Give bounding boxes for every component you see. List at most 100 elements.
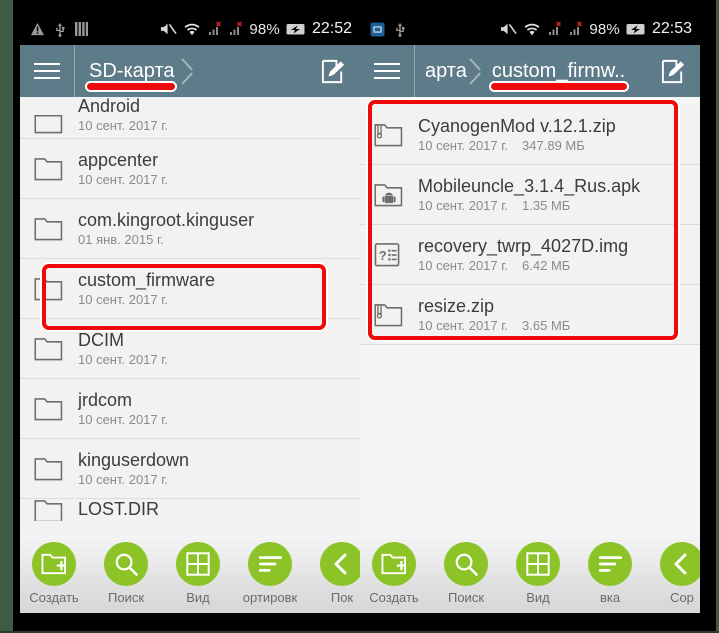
hamburger-menu-icon[interactable] <box>20 45 74 97</box>
toolbar-item-back-arrow[interactable]: Пок <box>306 542 360 605</box>
left-edge-band <box>0 0 13 633</box>
signal-2-no-service-icon <box>570 21 583 35</box>
list-item-name: kinguserdown <box>78 449 190 470</box>
toolbar-item-label: Создать <box>369 590 419 605</box>
list-item-date: 10 сент. 2017 г. <box>418 197 509 213</box>
list-item-meta: 10 сент. 2017 г. 6.42 МБ <box>418 257 628 274</box>
status-bar-right-icons-left-phone: 98% 22:52 <box>160 21 352 37</box>
toolbar-item-label: вка <box>599 590 621 605</box>
toolbar-item-sort[interactable]: ортировк <box>234 542 306 605</box>
list-item-meta: 10 сент. 2017 г. <box>78 291 215 308</box>
list-item[interactable]: DCIM 10 сент. 2017 г. <box>20 319 360 379</box>
list-item-size: 6.42 МБ <box>522 257 571 273</box>
folder-icon <box>34 499 78 521</box>
list-item[interactable]: CyanogenMod v.12.1.zip 10 сент. 2017 г. 34… <box>360 105 700 165</box>
list-item[interactable]: ? recovery_twrp_4027D.img 10 сент. 2017 г.… <box>360 225 700 285</box>
breadcrumb: SD-карта <box>75 45 306 97</box>
search-icon <box>444 542 488 586</box>
zip-archive-icon <box>374 303 418 327</box>
breadcrumb-highlight-underline <box>87 83 175 90</box>
edit-note-icon[interactable] <box>306 45 360 97</box>
list-item-name: resize.zip <box>418 295 495 316</box>
grid-view-icon <box>176 542 220 586</box>
svg-text:?: ? <box>379 248 387 262</box>
list-item-date: 01 янв. 2015 г. <box>78 231 164 247</box>
list-item-meta: 10 сент. 2017 г. <box>78 171 168 188</box>
toolbar-item-search[interactable]: Поиск <box>90 542 162 605</box>
list-item[interactable]: com.kingroot.kinguser 01 янв. 2015 г. <box>20 199 360 259</box>
list-item-meta: 10 сент. 2017 г. 347.89 МБ <box>418 137 616 154</box>
file-list-rows-left: appcenter 10 сент. 2017 г. com.kingroot.ki… <box>20 139 360 499</box>
toolbar-item-grid-view[interactable]: Вид <box>502 542 574 605</box>
toolbar-item-label: Сор <box>670 590 694 605</box>
warning-triangle-icon <box>30 22 45 35</box>
breadcrumb-item-label: арта <box>425 59 467 82</box>
list-item[interactable]: Mobileuncle_3.1.4_Rus.apk 10 сент. 2017 г… <box>360 165 700 225</box>
list-item-name: custom_firmware <box>78 269 216 290</box>
clock-label: 22:52 <box>311 20 352 37</box>
usb-icon <box>56 22 65 37</box>
file-list-rows-right: CyanogenMod v.12.1.zip 10 сент. 2017 г. 34… <box>360 97 700 345</box>
folder-icon <box>34 110 78 134</box>
new-folder-icon <box>372 542 416 586</box>
clock-label: 22:53 <box>651 20 692 37</box>
toolbar-item-sort[interactable]: вка <box>574 542 646 605</box>
usb-icon <box>396 22 405 37</box>
list-item-meta: 10 сент. 2017 г. <box>78 411 168 428</box>
breadcrumb-highlight-underline <box>490 83 628 90</box>
mute-icon <box>501 23 518 35</box>
breadcrumb-item-label: SD-карта <box>89 59 175 82</box>
signal-2-no-service-icon <box>230 21 243 35</box>
file-list-right[interactable]: CyanogenMod v.12.1.zip 10 сент. 2017 г. 34… <box>360 97 700 535</box>
list-item-name: Mobileuncle_3.1.4_Rus.apk <box>418 175 641 196</box>
breadcrumb-item-label: custom_firmw.. <box>491 59 626 82</box>
list-item[interactable]: custom_firmware 10 сент. 2017 г. <box>20 259 360 319</box>
sim-bars-icon <box>75 22 88 36</box>
phone-screenshot-right: 98% 22:53 арта custom_firmw.. CyanogenMo… <box>360 13 700 613</box>
screenshot-icon <box>370 21 385 37</box>
list-item-date: 10 сент. 2017 г. <box>78 291 169 307</box>
list-item-date: 10 сент. 2017 г. <box>78 171 169 187</box>
list-item[interactable]: jrdcom 10 сент. 2017 г. <box>20 379 360 439</box>
list-item-name: jrdcom <box>78 389 133 410</box>
file-list-left[interactable]: Android 10 сент. 2017 г. appcenter 10 сен… <box>20 97 360 535</box>
breadcrumb-chevron-icon <box>181 45 198 97</box>
toolbar-item-label: Поиск <box>107 590 145 605</box>
toolbar-items-right: СоздатьПоискВидвкаСорПок <box>360 535 700 613</box>
list-item-name: LOST.DIR <box>78 499 160 519</box>
list-item[interactable]: appcenter 10 сент. 2017 г. <box>20 139 360 199</box>
toolbar-item-search[interactable]: Поиск <box>430 542 502 605</box>
breadcrumb-item-sd-card[interactable]: SD-карта <box>75 45 181 97</box>
edit-note-icon[interactable] <box>646 45 700 97</box>
folder-icon <box>34 457 78 481</box>
list-item-date: 10 сент. 2017 г. <box>78 118 169 133</box>
list-item-meta: 10 сент. 2017 г. <box>78 471 189 488</box>
list-item[interactable]: resize.zip 10 сент. 2017 г. 3.65 МБ <box>360 285 700 345</box>
list-item-size: 3.65 МБ <box>522 317 571 333</box>
bottom-toolbar-left: Создать Поиск Вид ортировк Пок <box>20 535 360 613</box>
toolbar-items-left: Создать Поиск Вид ортировк Пок <box>20 535 360 613</box>
toolbar-item-new-folder[interactable]: Создать <box>20 542 90 605</box>
list-item[interactable]: kinguserdown 10 сент. 2017 г. <box>20 439 360 499</box>
new-folder-icon <box>32 542 76 586</box>
list-item[interactable]: LOST.DIR <box>20 499 360 521</box>
toolbar-item-grid-view[interactable]: Вид <box>162 542 234 605</box>
folder-icon <box>34 397 78 421</box>
list-item-text: kinguserdown 10 сент. 2017 г. <box>78 450 189 488</box>
breadcrumb-item-parent[interactable]: арта <box>415 45 469 97</box>
list-item[interactable]: Android 10 сент. 2017 г. <box>20 97 360 139</box>
breadcrumb-chevron-icon <box>469 45 486 97</box>
list-item-date: 10 сент. 2017 г. <box>78 351 169 367</box>
hamburger-menu-icon[interactable] <box>360 45 414 97</box>
mute-icon <box>161 23 178 35</box>
list-item-size: 347.89 МБ <box>522 137 585 153</box>
breadcrumb-item-custom-firmware[interactable]: custom_firmw.. <box>486 45 628 97</box>
back-arrow-icon <box>320 542 360 586</box>
folder-icon <box>34 337 78 361</box>
list-item-text: resize.zip 10 сент. 2017 г. 3.65 МБ <box>418 296 570 334</box>
toolbar-item-new-folder[interactable]: Создать <box>360 542 430 605</box>
sort-icon <box>588 542 632 586</box>
toolbar-item-label: Пок <box>330 590 354 605</box>
toolbar-item-back-arrow[interactable]: Сор <box>646 542 700 605</box>
phone-screenshot-left: 98% 22:52 SD-карта Android 10 сент. 2017… <box>20 13 360 613</box>
